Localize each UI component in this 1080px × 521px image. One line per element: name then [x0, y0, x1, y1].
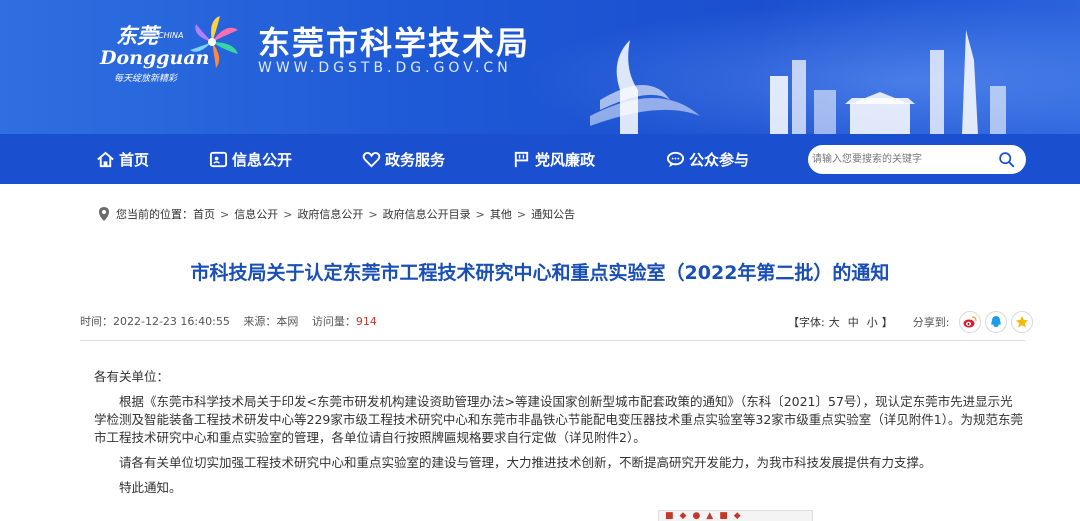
breadcrumb-notices[interactable]: 通知公告 — [531, 206, 575, 222]
toolbar-icon: ▲ — [706, 511, 714, 521]
breadcrumb-separator: > — [475, 207, 485, 221]
views-value: 914 — [355, 315, 377, 328]
toolbar-icon: ◆ — [733, 511, 741, 521]
share-label: 分享到: — [912, 316, 950, 329]
toolbar-icon: ■ — [665, 511, 674, 521]
article-title: 市科技局关于认定东莞市工程技术研究中心和重点实验室（2022年第二批）的通知 — [190, 262, 890, 284]
nav-item-gov-services[interactable]: 政务服务 — [362, 134, 445, 184]
source-value: 本网 — [276, 315, 299, 328]
breadcrumb: 您当前的位置： 首页 > 信息公开 > 政府信息公开 > 政府信息公开目录 > … — [98, 206, 575, 222]
article-tools: 【字体: 大 中 小 】 分享到: — [788, 311, 1034, 333]
article-body: 各有关单位： 根据《东莞市科学技术局关于印发<东莞市研发机构建设资助管理办法>等… — [80, 368, 1025, 504]
dongguan-logo[interactable]: 东莞 CHINA Dongguan 每天绽放新精彩 — [94, 14, 254, 84]
font-size-small[interactable]: 小 — [867, 314, 878, 330]
search-icon[interactable] — [998, 151, 1015, 168]
article-closing: 特此通知。 — [119, 480, 182, 495]
article-meta: 时间：2022-12-23 16:40:55 来源：本网 访问量：914 — [80, 313, 387, 329]
breadcrumb-gov-info-catalog[interactable]: 政府信息公开目录 — [383, 206, 471, 222]
floating-toolbar[interactable]: ■ ◆ ● ▲ ■ ◆ — [658, 510, 813, 521]
heart-icon — [362, 151, 381, 167]
nav-item-label: 首页 — [119, 150, 150, 169]
article-source: 来源：本网 — [243, 315, 298, 328]
article-paragraph: 根据《东莞市科学技术局关于印发<东莞市研发机构建设资助管理办法>等建设国家创新型… — [94, 394, 1023, 445]
nav-item-party-integrity[interactable]: 党风廉政 — [512, 134, 595, 184]
breadcrumb-separator: > — [283, 207, 293, 221]
nav-item-info-disclosure[interactable]: 信息公开 — [209, 134, 292, 184]
share-qq-button[interactable] — [985, 311, 1008, 333]
site-header: 东莞 CHINA Dongguan 每天绽放新精彩 东莞市科学技术局 WWW.D… — [0, 0, 1080, 134]
publish-time-label: 时间： — [80, 315, 113, 328]
toolbar-icon: ■ — [719, 511, 728, 521]
nav-item-label: 公众参与 — [689, 150, 750, 169]
logo-china-text: CHINA — [158, 31, 184, 40]
breadcrumb-separator: > — [368, 207, 378, 221]
star-icon — [1016, 316, 1029, 328]
home-icon — [97, 151, 114, 167]
nav-item-public-participation[interactable]: 公众参与 — [666, 134, 749, 184]
city-skyline-illustration — [590, 30, 1006, 134]
publish-time-value: 2022-12-23 16:40:55 — [113, 315, 230, 328]
breadcrumb-separator: > — [220, 207, 230, 221]
site-url: WWW.DGSTB.DG.GOV.CN — [258, 60, 512, 76]
toolbar-icon: ● — [692, 511, 701, 521]
id-card-icon — [209, 151, 228, 167]
search-box — [808, 145, 1026, 174]
search-input[interactable] — [812, 148, 992, 171]
article-greeting: 各有关单位： — [94, 369, 170, 384]
nav-item-label: 党风廉政 — [535, 150, 596, 169]
location-pin-icon — [99, 207, 109, 221]
toolbar-icon: ◆ — [679, 511, 687, 521]
source-label: 来源： — [243, 315, 277, 328]
breadcrumb-prefix: 您当前的位置： — [116, 208, 193, 221]
breadcrumb-info-disclosure[interactable]: 信息公开 — [234, 206, 278, 222]
views-label: 访问量： — [311, 315, 356, 328]
logo-english-text: Dongguan — [100, 47, 210, 69]
nav-item-home[interactable]: 首页 — [96, 134, 149, 184]
font-size-label-open: 【字体: — [788, 316, 825, 329]
breadcrumb-other[interactable]: 其他 — [490, 206, 512, 222]
nav-item-label: 信息公开 — [232, 150, 293, 169]
font-size-medium[interactable]: 中 — [848, 314, 859, 330]
breadcrumb-separator: > — [516, 207, 527, 221]
breadcrumb-home[interactable]: 首页 — [193, 206, 215, 222]
article-paragraph: 请各有关单位切实加强工程技术研究中心和重点实验室的建设与管理，大力推进技术创新，… — [119, 455, 932, 470]
nav-item-label: 政务服务 — [385, 150, 446, 169]
view-count: 访问量：914 — [312, 315, 377, 328]
font-size-large[interactable]: 大 — [829, 314, 840, 330]
qq-icon — [991, 316, 1002, 327]
weibo-icon — [963, 316, 978, 328]
share-weibo-button[interactable] — [959, 311, 982, 333]
meta-divider — [80, 340, 1025, 341]
site-title[interactable]: 东莞市科学技术局 — [258, 18, 530, 64]
breadcrumb-gov-info-disclosure[interactable]: 政府信息公开 — [297, 206, 363, 222]
publish-time: 时间：2022-12-23 16:40:55 — [80, 315, 230, 328]
logo-chinese-text: 东莞 — [116, 23, 158, 48]
share-qzone-button[interactable] — [1011, 311, 1034, 333]
flag-icon — [514, 151, 529, 167]
logo-slogan: 每天绽放新精彩 — [114, 74, 178, 84]
font-size-label-close: 】 — [881, 316, 893, 329]
chat-icon — [666, 151, 685, 167]
